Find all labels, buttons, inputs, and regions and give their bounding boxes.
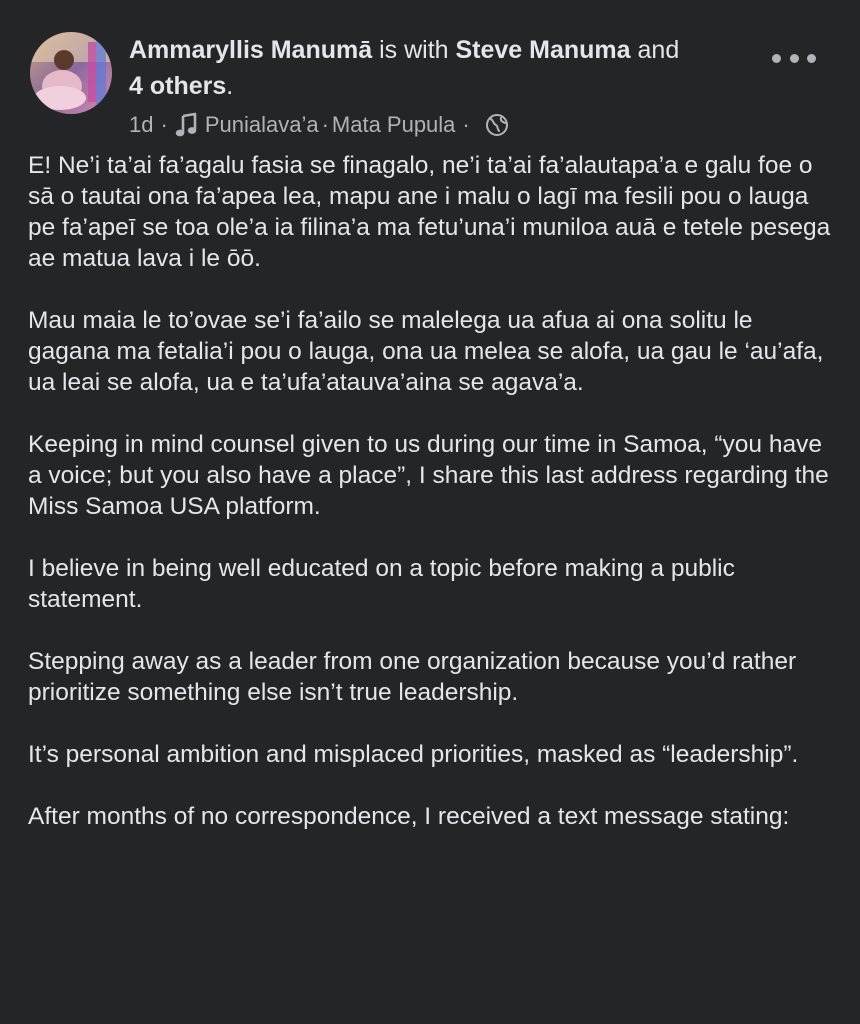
paragraph-1: E! Ne’i ta’ai fa’agalu fasia se finagalo…	[28, 152, 831, 272]
paragraph-3: Keeping in mind counsel given to us duri…	[28, 431, 829, 520]
others-link[interactable]: 4 others	[129, 72, 226, 100]
separator-dot-2: ·	[321, 112, 329, 137]
post-time[interactable]: 1d	[129, 110, 153, 140]
more-horizontal-icon-dot	[789, 53, 799, 63]
period: .	[226, 72, 234, 100]
tagged-person[interactable]: Steve Manuma	[456, 36, 631, 64]
separator-dot: ·	[160, 112, 168, 137]
post-body: E! Ne’i ta’ai fa’agalu fasia se finagalo…	[28, 150, 838, 863]
facebook-post: Ammaryllis Manumā is with Steve Manuma a…	[0, 0, 860, 1024]
post-meta: 1d · Punialava’a · Mata Pupula ·	[129, 110, 509, 140]
avatar-image	[30, 32, 112, 114]
more-horizontal-icon-dot	[807, 53, 816, 63]
author-line: Ammaryllis Manumā is with Steve Manuma a…	[129, 32, 749, 104]
more-horizontal-icon	[772, 53, 781, 63]
globe-icon[interactable]	[485, 113, 509, 137]
paragraph-6: It’s personal ambition and misplaced pri…	[28, 741, 799, 768]
more-options-button[interactable]	[772, 46, 816, 70]
paragraph-5: Stepping away as a leader from one organ…	[28, 648, 797, 706]
paragraph-4: I believe in being well educated on a to…	[28, 555, 735, 613]
author-name[interactable]: Ammaryllis Manumā	[129, 36, 372, 64]
music-note-icon	[175, 112, 197, 137]
with-text: is with	[372, 36, 456, 64]
author-avatar[interactable]	[30, 32, 112, 114]
privacy-label[interactable]: Mata Pupula	[332, 110, 456, 140]
audio-name[interactable]: Punialava’a	[205, 110, 319, 140]
separator-dot-3: ·	[462, 112, 470, 137]
post-header: Ammaryllis Manumā is with Steve Manuma a…	[30, 30, 830, 140]
and-text: and	[630, 36, 680, 64]
paragraph-7: After months of no correspondence, I rec…	[28, 803, 790, 830]
paragraph-2: Mau maia le to’ovae se’i fa’ailo se male…	[28, 307, 824, 396]
